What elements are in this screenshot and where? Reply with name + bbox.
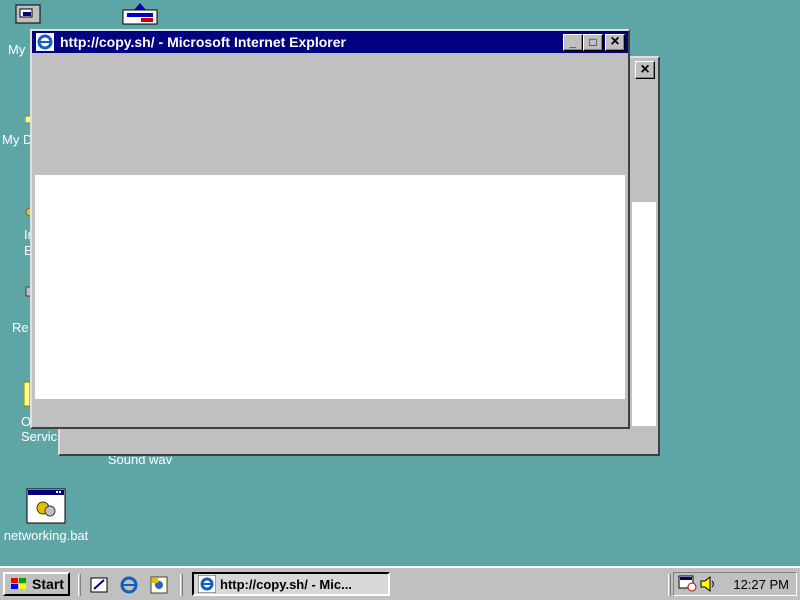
tray-handle — [668, 574, 671, 596]
background-window-content — [632, 202, 656, 426]
windows-logo-icon — [9, 576, 29, 592]
sound-file-icon — [121, 0, 159, 26]
toolbar-area — [32, 53, 628, 175]
start-label: Start — [32, 576, 64, 592]
scheduler-icon[interactable] — [678, 575, 698, 593]
volume-icon[interactable] — [699, 575, 717, 593]
close-icon: × — [640, 61, 650, 78]
desktop-icon-networking-bat[interactable]: networking.bat — [0, 488, 94, 544]
task-area-handle[interactable] — [180, 574, 183, 596]
quick-launch-handle[interactable] — [78, 574, 81, 596]
batch-file-icon — [26, 488, 66, 524]
outlook-express-icon[interactable] — [149, 575, 169, 595]
taskbar-ie-button[interactable]: http://copy.sh/ - Mic... — [192, 572, 390, 596]
status-bar — [32, 399, 628, 427]
background-window-close-button[interactable]: × — [635, 61, 655, 79]
desktop-icon-label: networking.bat — [3, 528, 89, 543]
clock[interactable]: 12:27 PM — [733, 577, 789, 592]
window-title: http://copy.sh/ - Microsoft Internet Exp… — [60, 34, 346, 50]
maximize-icon: □ — [589, 35, 597, 49]
internet-explorer-icon — [36, 33, 54, 51]
task-label: http://copy.sh/ - Mic... — [220, 576, 352, 592]
system-tray: 12:27 PM — [673, 572, 797, 596]
minimize-icon: _ — [569, 35, 577, 49]
browser-content-area[interactable] — [35, 175, 625, 399]
maximize-button[interactable]: □ — [583, 34, 603, 51]
show-desktop-icon[interactable] — [89, 575, 109, 595]
my-computer-icon — [15, 4, 41, 26]
minimize-button[interactable]: _ — [563, 34, 583, 51]
close-icon: × — [610, 33, 620, 50]
start-button[interactable]: Start — [3, 572, 70, 596]
taskbar: Start http://copy.sh/ - Mic... 12:27 PM — [0, 566, 800, 600]
internet-explorer-icon — [197, 574, 217, 594]
ie-window-titlebar[interactable]: http://copy.sh/ - Microsoft Internet Exp… — [32, 31, 628, 53]
ie-window[interactable]: http://copy.sh/ - Microsoft Internet Exp… — [30, 29, 630, 429]
close-button[interactable]: × — [605, 34, 625, 51]
internet-explorer-icon[interactable] — [119, 575, 139, 595]
